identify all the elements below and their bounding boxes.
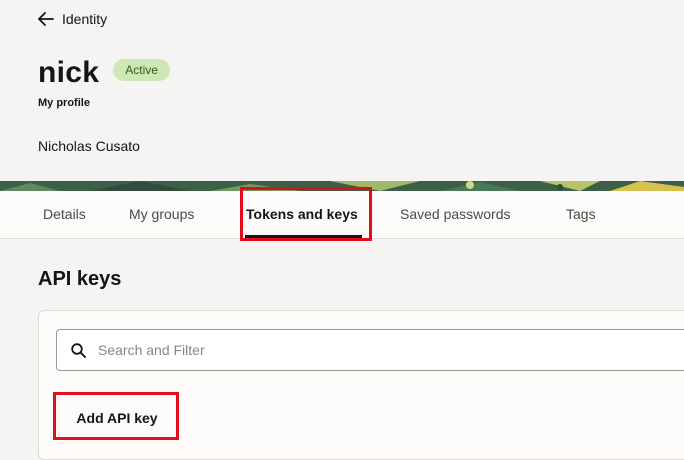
tab-tags[interactable]: Tags — [566, 206, 596, 222]
search-icon — [71, 342, 86, 358]
title-row: nick Active — [38, 56, 170, 90]
tab-tokens-and-keys[interactable]: Tokens and keys — [246, 206, 358, 222]
arrow-left-icon — [38, 12, 54, 26]
page-title: nick — [38, 56, 100, 89]
decorative-banner — [0, 181, 684, 191]
profile-header: Identity nick Active My profile Nicholas… — [0, 0, 684, 181]
user-full-name: Nicholas Cusato — [38, 138, 140, 154]
add-api-key-button[interactable]: Add API key — [58, 399, 176, 437]
page-subtitle: My profile — [38, 97, 90, 109]
status-badge: Active — [113, 59, 170, 81]
tab-bar: Details My groups Tokens and keys Saved … — [0, 191, 684, 239]
back-link-label: Identity — [62, 11, 108, 27]
search-input[interactable] — [98, 342, 598, 358]
section-title: API keys — [38, 268, 122, 290]
tab-details[interactable]: Details — [43, 206, 86, 222]
tab-my-groups[interactable]: My groups — [129, 206, 194, 222]
tab-saved-passwords[interactable]: Saved passwords — [400, 206, 511, 222]
active-tab-indicator — [245, 235, 362, 238]
back-to-identity-link[interactable]: Identity — [38, 9, 107, 29]
search-box[interactable] — [56, 329, 684, 371]
